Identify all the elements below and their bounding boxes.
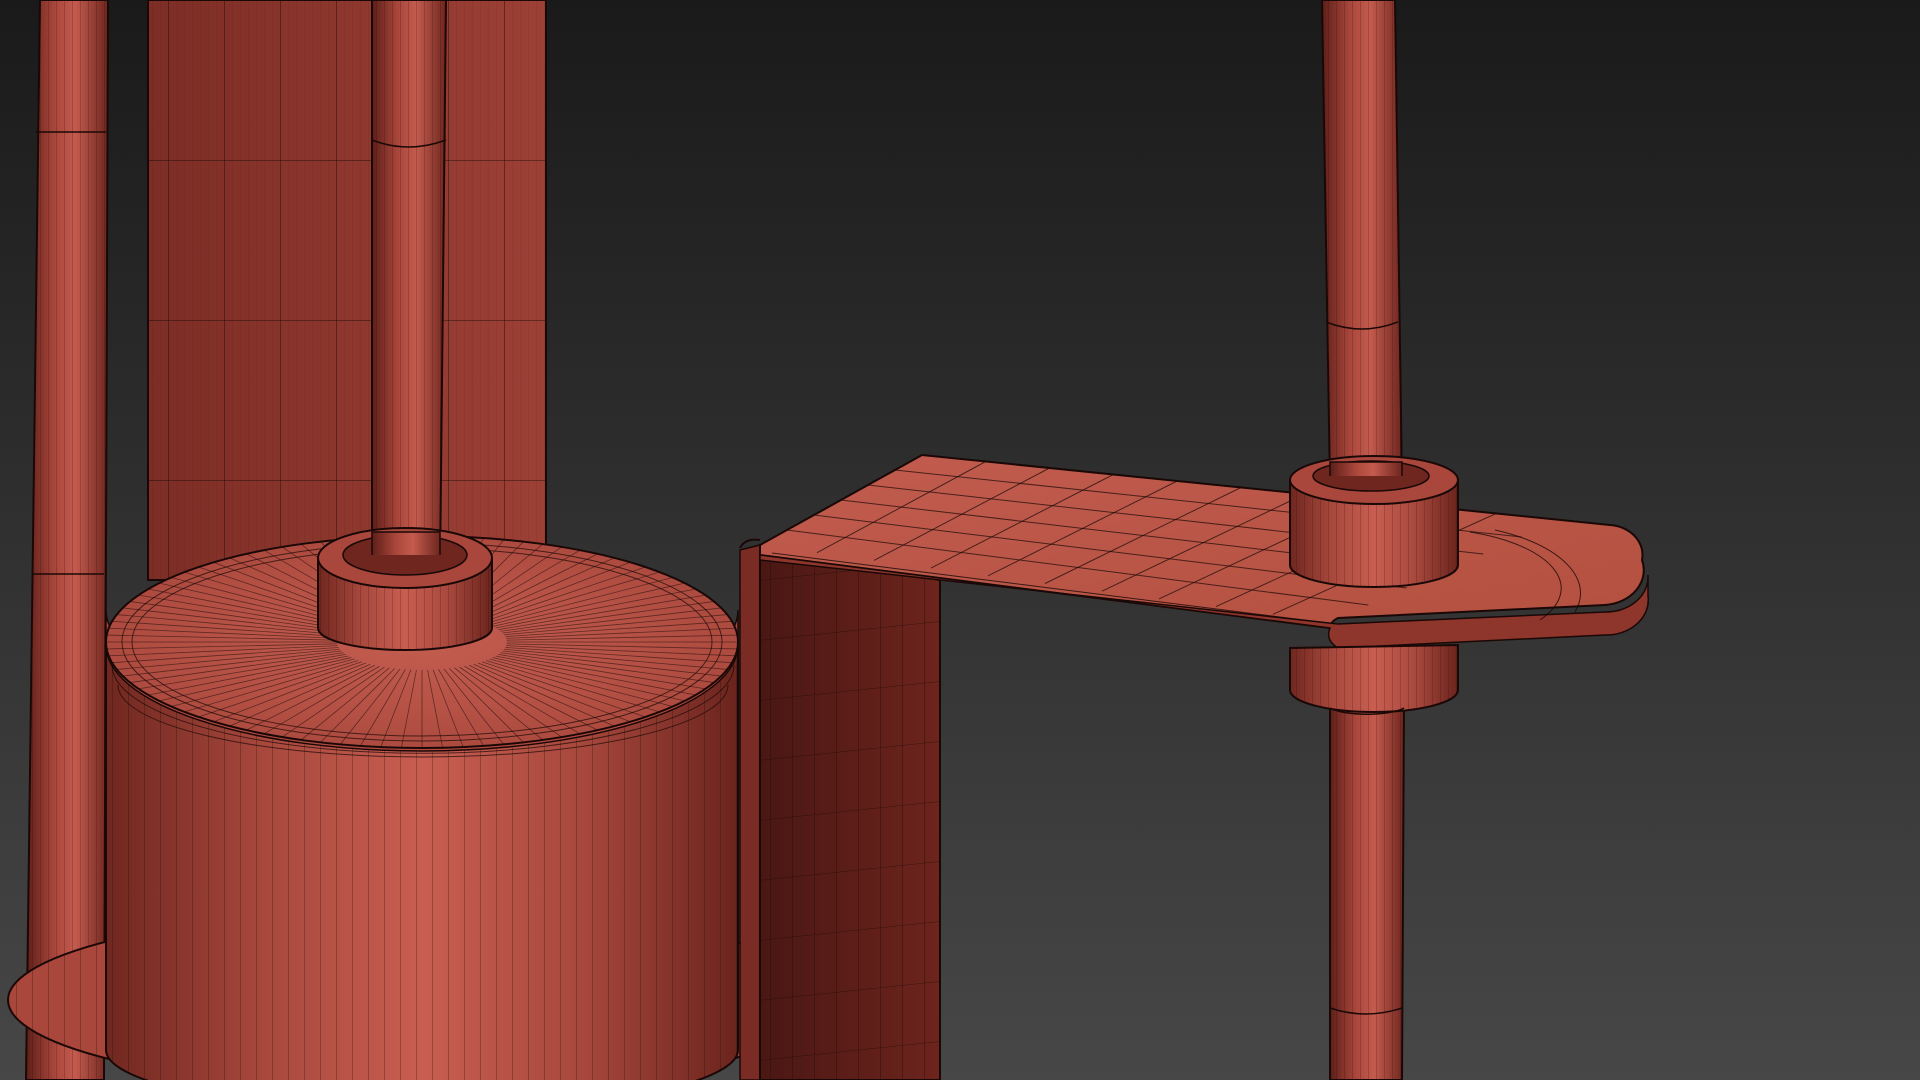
- 3d-viewport[interactable]: [0, 0, 1920, 1080]
- center-collar[interactable]: [317, 527, 493, 651]
- right-collar-bottom[interactable]: [1289, 643, 1459, 715]
- back-panel[interactable]: [147, 0, 547, 581]
- center-rod[interactable]: [371, 0, 448, 571]
- right-collar-top[interactable]: [1289, 455, 1459, 588]
- viewport-scene[interactable]: [0, 0, 1920, 1080]
- bracket-upright[interactable]: [739, 538, 941, 1080]
- left-rod[interactable]: [24, 0, 110, 1080]
